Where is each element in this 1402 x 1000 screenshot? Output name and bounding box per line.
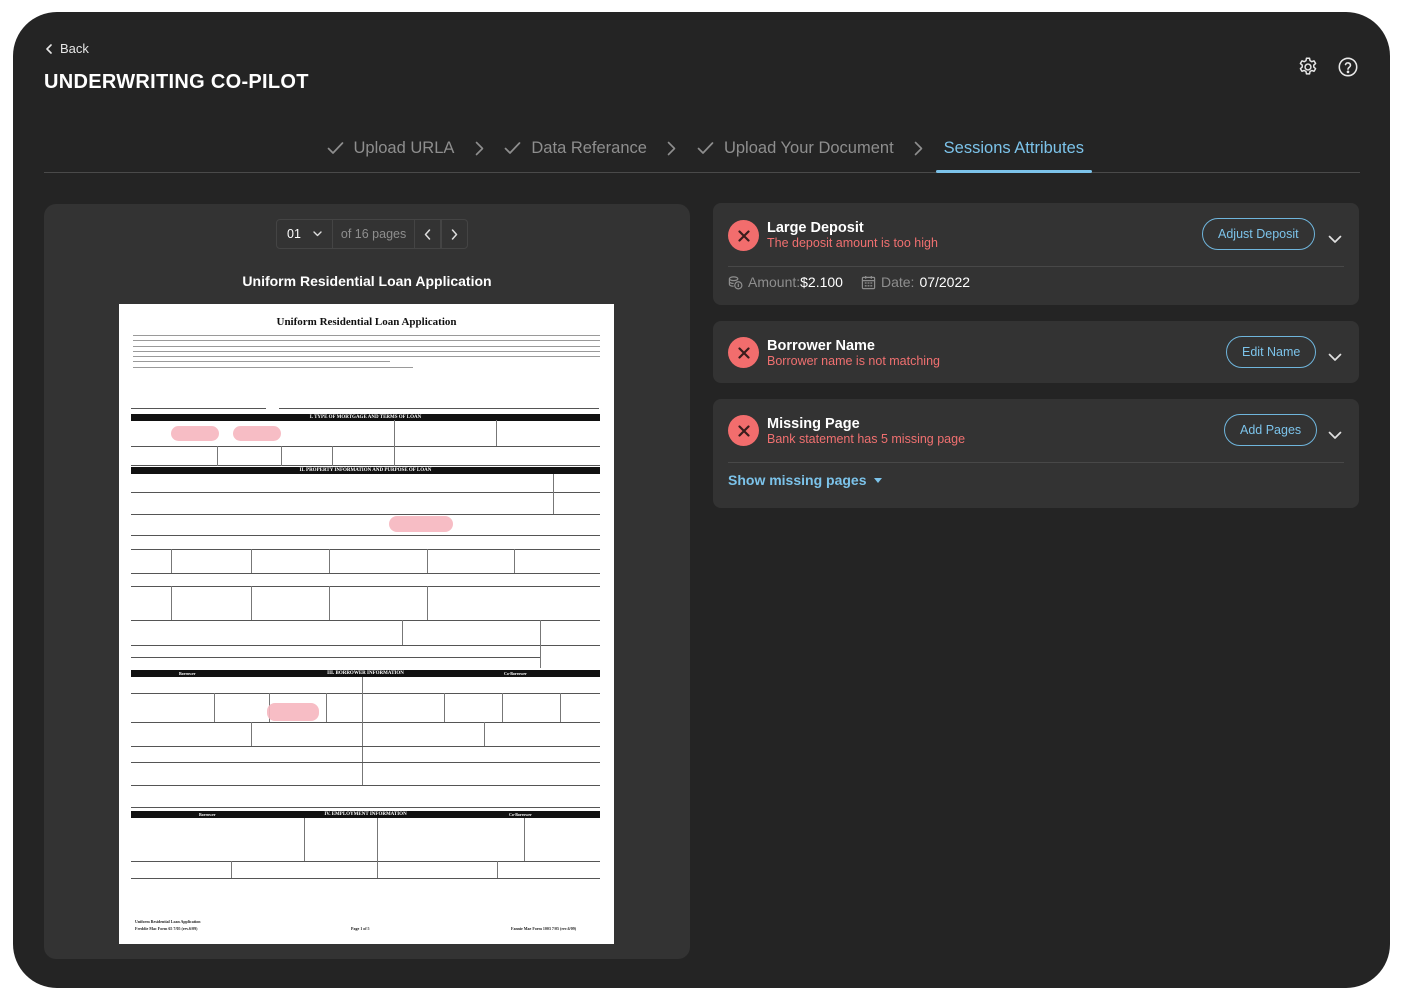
borrower-label: Borrower — [179, 671, 196, 676]
step-label: Data Referance — [531, 138, 647, 157]
gear-icon[interactable] — [1297, 56, 1319, 78]
issue-subtitle: The deposit amount is too high — [767, 236, 938, 250]
next-page-button[interactable] — [441, 219, 469, 249]
deposit-date: Date: 07/2022 — [861, 274, 970, 290]
issue-title: Borrower Name — [767, 338, 875, 354]
chevron-down-icon — [313, 231, 322, 237]
progress-stepper: Upload URLA Data Referance Upload Your D… — [44, 130, 1360, 173]
chevron-down-icon[interactable] — [1328, 427, 1342, 439]
error-x-icon — [728, 337, 759, 368]
step-label: Upload URLA — [353, 138, 455, 157]
chevron-down-icon[interactable] — [1328, 349, 1342, 361]
borrower-label: Borrower — [199, 812, 216, 817]
step-sessions-attributes[interactable]: Sessions Attributes — [935, 130, 1093, 173]
paper-footer-page: Page 1 of 5 — [351, 926, 370, 931]
step-label: Upload Your Document — [723, 138, 894, 157]
chevron-right-icon — [452, 228, 458, 240]
help-icon[interactable] — [1337, 56, 1359, 78]
section-bar: III. BORROWER INFORMATION — [131, 670, 600, 677]
coborrower-label: Co-Borrower — [504, 671, 527, 676]
page-count: of 16 pages — [332, 219, 415, 249]
issue-subtitle: Bank statement has 5 missing page — [767, 432, 966, 446]
issue-card-missing-page: Missing Page Bank statement has 5 missin… — [713, 399, 1359, 508]
step-label: Sessions Attributes — [943, 138, 1084, 157]
back-label: Back — [60, 41, 89, 56]
caret-down-icon — [874, 477, 883, 483]
chevron-left-icon — [425, 228, 431, 240]
issue-title: Large Deposit — [767, 220, 864, 236]
document-viewer: 01 of 16 pages Uniform Residential Loan … — [44, 204, 690, 959]
app-window: Back UNDERWRITING CO-PILOT Upload URLA D… — [13, 12, 1390, 988]
show-missing-pages-label: Show missing pages — [728, 472, 867, 488]
add-pages-button[interactable]: Add Pages — [1224, 414, 1318, 446]
paper-title: Uniform Residential Loan Application — [276, 316, 457, 328]
prev-page-button[interactable] — [414, 219, 442, 249]
page-select[interactable]: 01 — [276, 219, 333, 249]
show-missing-pages-link[interactable]: Show missing pages — [728, 472, 883, 488]
error-x-icon — [728, 415, 759, 446]
step-upload-urla[interactable]: Upload URLA — [319, 130, 463, 166]
issue-title: Missing Page — [767, 416, 860, 432]
chevron-right-icon — [462, 130, 496, 166]
back-link[interactable]: Back — [44, 41, 89, 56]
error-x-icon — [728, 220, 759, 251]
issue-card-large-deposit: Large Deposit The deposit amount is too … — [713, 203, 1359, 305]
calendar-icon — [861, 275, 876, 289]
chevron-down-icon[interactable] — [1328, 231, 1342, 243]
page-title: UNDERWRITING CO-PILOT — [44, 71, 309, 93]
issue-card-borrower-name: Borrower Name Borrower name is not match… — [713, 321, 1359, 383]
issue-subtitle: Borrower name is not matching — [767, 354, 940, 368]
amount-value: $2.100 — [800, 274, 843, 290]
paper-footer-left-2: Freddie Mac Form 65 7/05 (rev.6/09) — [135, 926, 198, 931]
document-page-preview: Uniform Residential Loan Application I. … — [119, 304, 614, 944]
paper-footer-left-1: Uniform Residential Loan Application — [135, 919, 201, 924]
step-data-referance[interactable]: Data Referance — [496, 130, 655, 166]
document-title: Uniform Residential Loan Application — [242, 273, 492, 289]
deposit-amount: Amount: $2.100 — [728, 274, 843, 290]
chevron-right-icon — [655, 130, 689, 166]
check-icon — [697, 142, 714, 154]
coins-icon — [728, 275, 743, 289]
coborrower-label: Co-Borrower — [509, 812, 532, 817]
page-select-value: 01 — [287, 227, 301, 241]
check-icon — [505, 142, 521, 154]
check-icon — [327, 142, 343, 154]
edit-name-button[interactable]: Edit Name — [1226, 336, 1317, 368]
section-bar: I. TYPE OF MORTGAGE AND TERMS OF LOAN — [131, 414, 600, 421]
amount-label: Amount: — [748, 274, 801, 290]
adjust-deposit-button[interactable]: Adjust Deposit — [1202, 218, 1315, 250]
section-bar: II. PROPERTY INFORMATION AND PURPOSE OF … — [131, 467, 600, 474]
date-label: Date: — [880, 274, 915, 290]
paper-intro-text — [133, 335, 600, 373]
date-value: 07/2022 — [919, 274, 971, 290]
chevron-right-icon — [902, 130, 936, 166]
paper-footer-right: Fannie Mae Form 1003 7/05 (rev.6/09) — [511, 926, 577, 931]
chevron-left-icon — [46, 43, 52, 54]
page-pager: 01 of 16 pages — [276, 219, 469, 249]
step-upload-your-document[interactable]: Upload Your Document — [689, 130, 902, 166]
